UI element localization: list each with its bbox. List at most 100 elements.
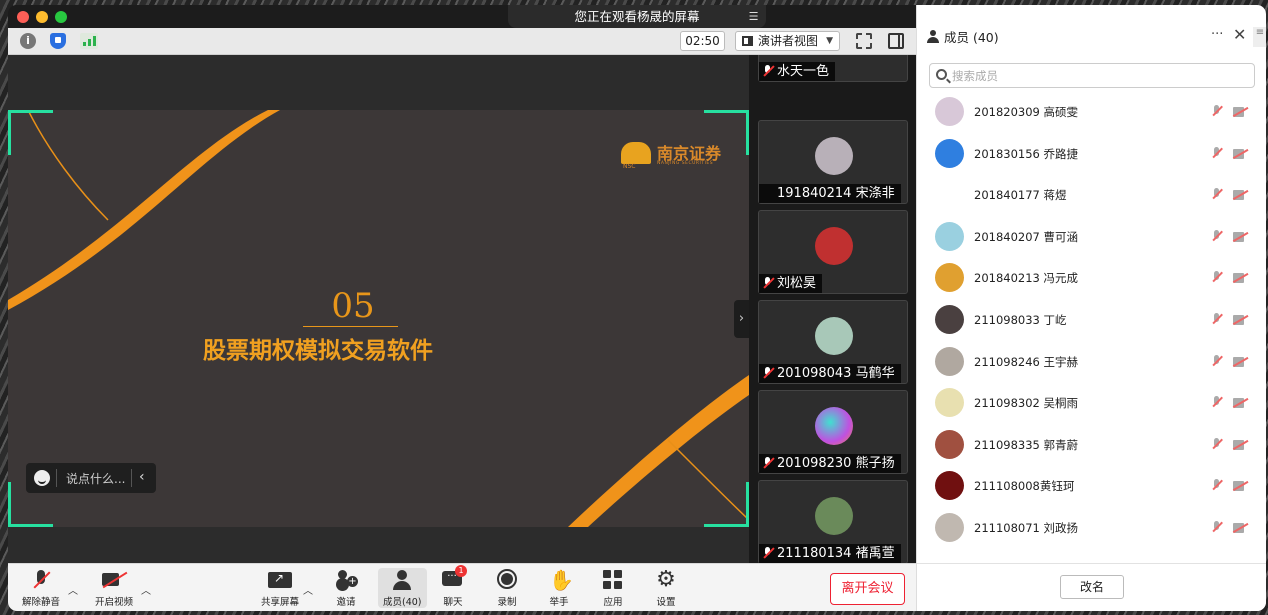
settings-button[interactable]: ⚙ 设置 [655, 568, 677, 609]
minimize-window-button[interactable] [36, 11, 48, 23]
members-button[interactable]: 成员(40) [378, 568, 427, 608]
member-row[interactable]: 211098335 郭青蔚 [917, 424, 1266, 466]
leave-meeting-button[interactable]: 离开会议 [830, 573, 905, 605]
camera-off-icon[interactable] [1233, 107, 1248, 117]
close-icon[interactable]: ✕ [1233, 25, 1246, 44]
members-icon [392, 568, 412, 592]
camera-off-icon[interactable] [1233, 356, 1248, 367]
focus-corner [8, 110, 53, 155]
collapse-video-strip-button[interactable]: › [734, 300, 749, 338]
quick-chat-bar[interactable]: 说点什么... ‹ [26, 463, 156, 493]
more-icon[interactable]: ··· [1211, 27, 1223, 42]
camera-off-icon[interactable] [1233, 398, 1248, 409]
settings-label: 设置 [656, 597, 676, 608]
camera-off-icon[interactable] [1233, 190, 1248, 201]
panel-title: 成员 (40) [944, 30, 999, 45]
mic-muted-icon[interactable] [1211, 437, 1223, 451]
video-tile[interactable]: 211180134 褚禹萱 [758, 480, 908, 563]
member-row[interactable]: 211098033 丁屹 [917, 299, 1266, 341]
mic-muted-icon[interactable] [1211, 396, 1223, 409]
member-name: 201840177 蒋煜 [974, 188, 1067, 203]
participant-name: 191840214 宋涤非 [777, 186, 895, 201]
member-search[interactable] [929, 63, 1255, 88]
member-name: 201840207 曹可涵 [974, 229, 1079, 244]
participant-label: 191840214 宋涤非 [759, 184, 901, 203]
record-icon [496, 568, 518, 592]
shield-icon[interactable] [50, 33, 66, 49]
chat-button[interactable]: 1 聊天 [442, 565, 467, 608]
mic-muted-icon[interactable] [1211, 188, 1223, 201]
member-row[interactable]: 211108008黄钰珂 [917, 465, 1266, 507]
chat-input-placeholder[interactable]: 说点什么... [66, 470, 125, 487]
chevron-left-icon[interactable]: ‹ [139, 469, 145, 485]
info-icon[interactable]: i [20, 33, 36, 49]
member-row[interactable]: 201820309 高硕雯 [917, 91, 1266, 133]
camera-off-icon[interactable] [1233, 439, 1248, 450]
mic-muted-icon [762, 547, 774, 560]
close-window-button[interactable] [17, 11, 29, 23]
member-row[interactable]: 211098302 吴桐雨 [917, 382, 1266, 424]
search-input[interactable] [952, 66, 1242, 86]
raise-hand-button[interactable]: ✋ 举手 [549, 568, 574, 608]
menu-icon[interactable]: ☰ [747, 10, 760, 23]
participant-label: 刘松昊 [759, 274, 823, 293]
camera-off-icon[interactable] [1233, 523, 1248, 533]
member-list[interactable]: 201820309 高硕雯 201830156 乔路捷 201840177 蒋煜 20… [917, 91, 1266, 561]
fullscreen-icon[interactable] [856, 33, 872, 49]
chevron-up-icon[interactable]: ︿ [303, 582, 313, 597]
member-row[interactable]: 201840213 冯元成 [917, 257, 1266, 299]
mic-muted-icon[interactable] [1211, 521, 1223, 534]
camera-off-icon[interactable] [1233, 148, 1248, 159]
camera-off-icon[interactable] [1233, 481, 1248, 492]
signal-icon[interactable] [80, 33, 98, 49]
focus-corner [704, 482, 749, 527]
camera-off-icon[interactable] [1233, 273, 1248, 284]
member-row[interactable]: 201830156 乔路捷 [917, 133, 1266, 175]
avatar [935, 221, 964, 251]
chat-label: 聊天 [443, 597, 463, 608]
top-toolbar: i 02:50 演讲者视图 ▼ [8, 28, 916, 55]
share-screen-button[interactable]: 共享屏幕 [261, 568, 299, 608]
video-tile[interactable]: 201098043 马鹤华 [758, 300, 908, 384]
rename-button[interactable]: 改名 [1060, 575, 1124, 599]
record-button[interactable]: 录制 [496, 568, 518, 608]
avatar [935, 513, 964, 542]
divider [56, 469, 57, 487]
speaker-view-icon [742, 36, 753, 46]
hamburger-icon[interactable]: ≡ [1253, 27, 1266, 47]
invite-icon [335, 568, 358, 592]
zoom-window-button[interactable] [55, 11, 67, 23]
start-video-button[interactable]: 开启视频 [95, 568, 133, 608]
mic-muted-icon[interactable] [1211, 313, 1223, 326]
side-panel-icon[interactable] [888, 33, 904, 49]
video-strip[interactable]: 水天一色 191840214 宋涤非 刘松昊 201098043 马鹤华 201… [749, 55, 916, 563]
video-tile[interactable]: 刘松昊 [758, 210, 908, 294]
emoji-icon[interactable] [34, 470, 50, 486]
member-row[interactable]: 201840207 曹可涵 [917, 216, 1266, 258]
shared-screen-area: NSC 南京证券 NANJING SECURITIES 05 股票期权模拟交易软… [8, 55, 749, 563]
camera-off-icon [102, 568, 126, 592]
video-tile[interactable]: 201098230 熊子扬 [758, 390, 908, 474]
avatar [935, 346, 964, 376]
mic-muted-icon[interactable] [1211, 354, 1223, 368]
unmute-button[interactable]: 解除静音 [22, 568, 60, 608]
apps-button[interactable]: 应用 [602, 568, 624, 608]
video-tile[interactable]: 191840214 宋涤非 [758, 120, 908, 204]
view-mode-dropdown[interactable]: 演讲者视图 ▼ [735, 31, 840, 51]
member-row[interactable]: 211098246 王宇赫 [917, 341, 1266, 383]
participant-name: 201098230 熊子扬 [777, 456, 895, 471]
camera-off-icon[interactable] [1233, 315, 1248, 325]
mic-muted-icon[interactable] [1211, 105, 1223, 118]
mic-muted-icon[interactable] [1211, 271, 1223, 284]
mic-muted-icon[interactable] [1211, 146, 1223, 160]
member-row[interactable]: 211108071 刘政扬 [917, 507, 1266, 549]
chevron-up-icon[interactable]: ︿ [68, 582, 78, 597]
camera-off-icon[interactable] [1233, 231, 1248, 242]
video-tile[interactable]: 水天一色 [758, 55, 908, 82]
member-row[interactable]: 201840177 蒋煜 [917, 174, 1266, 216]
viewing-banner-text: 您正在观看杨晟的屏幕 [574, 9, 700, 24]
mic-muted-icon[interactable] [1211, 479, 1223, 492]
invite-button[interactable]: 邀请 [335, 568, 358, 608]
mic-muted-icon[interactable] [1211, 229, 1223, 243]
chevron-up-icon[interactable]: ︿ [141, 582, 151, 597]
